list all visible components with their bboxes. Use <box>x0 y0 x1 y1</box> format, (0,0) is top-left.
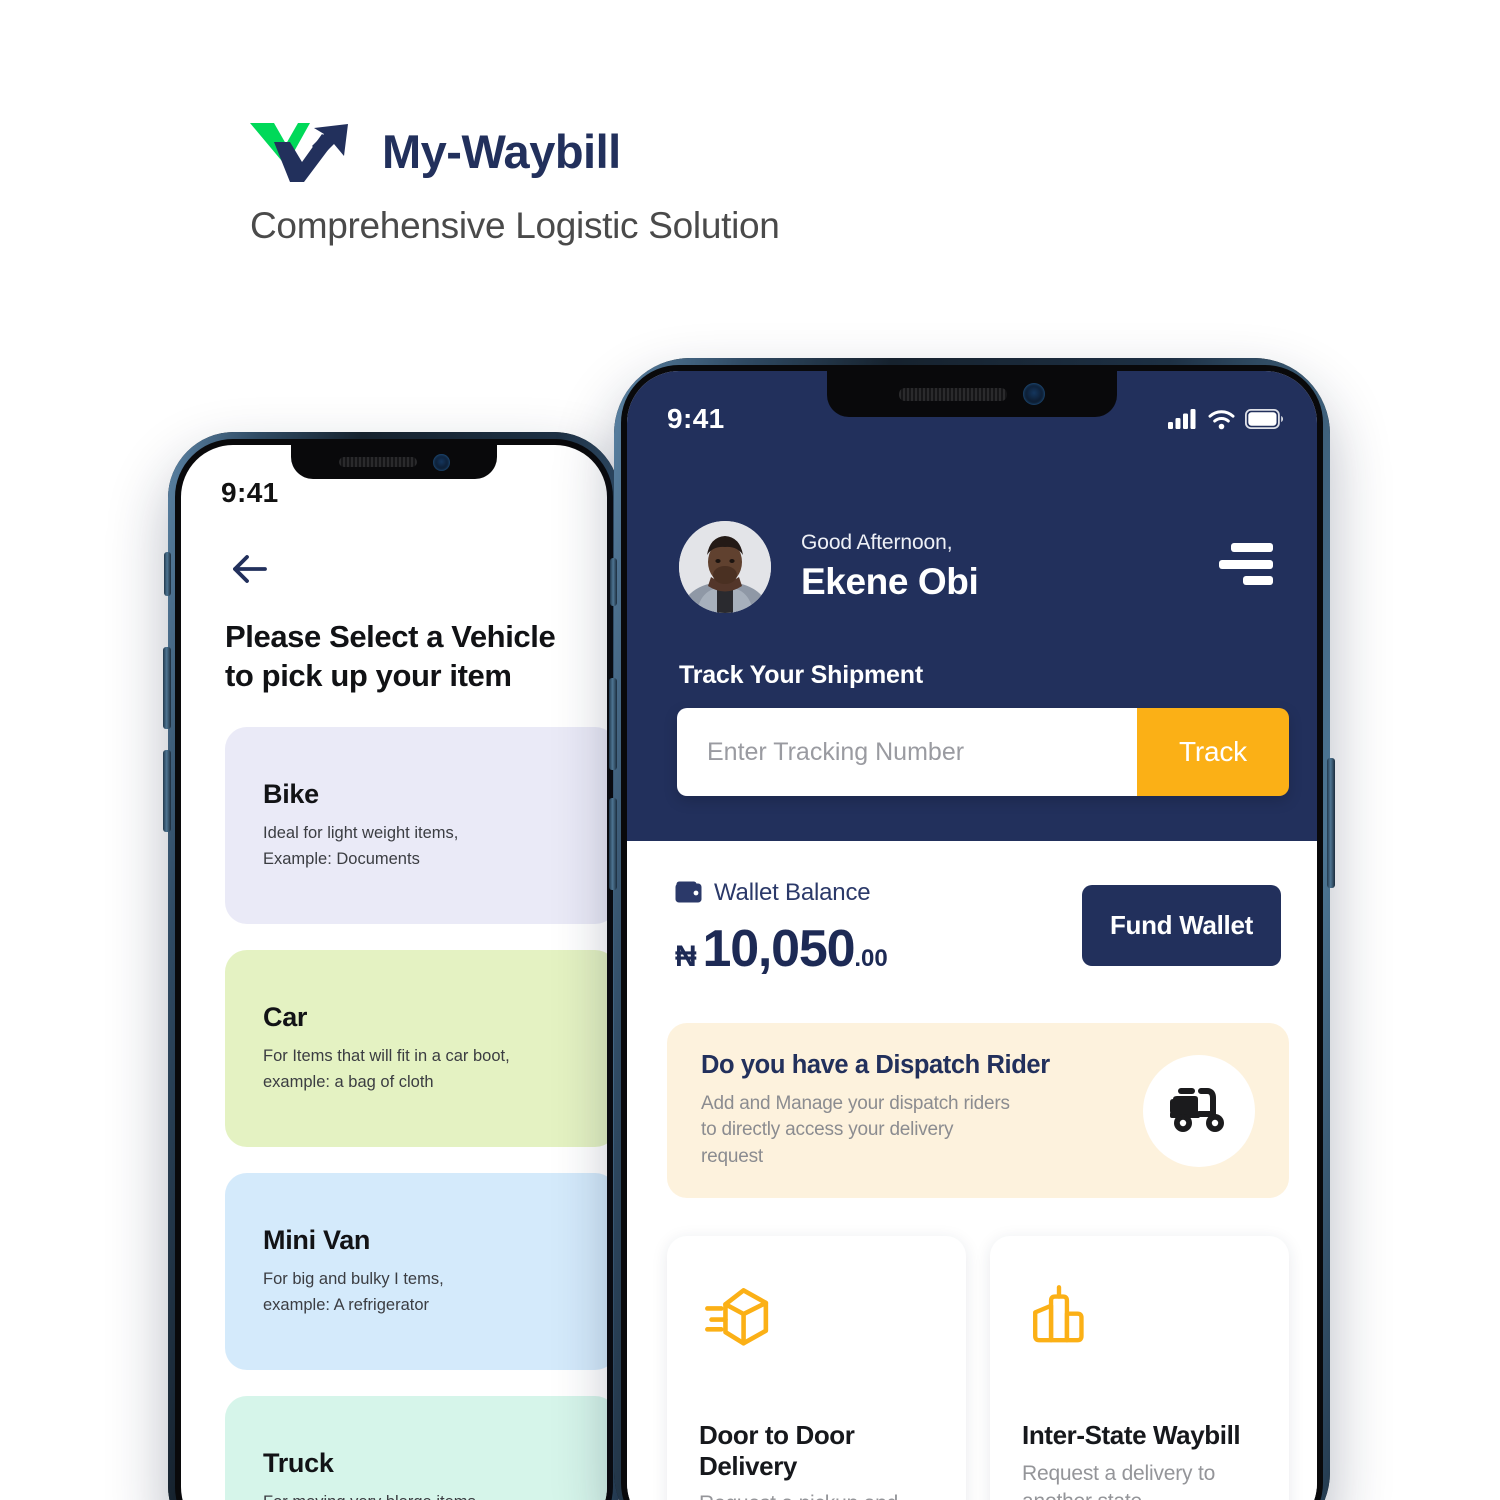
status-time: 9:41 <box>221 477 279 508</box>
hamburger-menu-icon[interactable] <box>1219 543 1273 585</box>
wallet-balance-label: Wallet Balance <box>714 879 871 906</box>
tracking-number-input[interactable] <box>677 708 1137 796</box>
volume-up-button[interactable] <box>609 678 617 770</box>
wifi-icon <box>1208 409 1235 429</box>
brand-name: My-Waybill <box>382 124 621 178</box>
wallet-balance-block: Wallet Balance ₦ 10,050 .00 <box>675 879 888 979</box>
vehicle-name: Bike <box>263 779 319 809</box>
front-camera <box>1023 383 1045 405</box>
back-arrow-icon[interactable] <box>225 545 273 593</box>
signal-bars-icon <box>1168 409 1196 429</box>
service-card-grid: Door to Door Delivery Request a pickup a… <box>667 1236 1289 1500</box>
vehicle-desc: For Items that will fit in a car boot, e… <box>263 1047 510 1091</box>
page-title: Please Select a Vehicle to pick up your … <box>225 619 556 694</box>
service-icon-wrap <box>699 1282 934 1374</box>
wallet-section: Wallet Balance ₦ 10,050 .00 Fund Wallet <box>675 879 1281 979</box>
track-shipment-label: Track Your Shipment <box>679 661 923 689</box>
service-desc: Request a pickup and delivery within the… <box>699 1490 934 1500</box>
dispatch-desc: Add and Manage your dispatch riders to d… <box>701 1092 1010 1167</box>
service-title: Inter-State Waybill <box>1022 1420 1241 1450</box>
earpiece-speaker <box>899 387 1007 401</box>
vehicle-card-car[interactable]: Car For Items that will fit in a car boo… <box>225 950 607 1148</box>
vehicle-name: Mini Van <box>263 1225 371 1256</box>
phone-mockup-vehicle-select: 9:41 Please Select a Vehicle to pick up … <box>163 432 625 1500</box>
notch <box>291 445 497 479</box>
wallet-icon <box>675 881 702 903</box>
moving-box-icon <box>705 1288 769 1346</box>
dispatch-text-block: Do you have a Dispatch Rider Add and Man… <box>701 1051 1050 1171</box>
wallet-amount: ₦ 10,050 .00 <box>675 919 888 979</box>
user-avatar <box>679 521 771 613</box>
vehicle-desc: For moving very blarge items, example: f… <box>263 1490 607 1500</box>
silent-switch[interactable] <box>164 552 171 596</box>
service-title: Door to Door Delivery <box>699 1420 855 1481</box>
earpiece-speaker <box>338 457 417 467</box>
user-greeting-block: Good Afternoon, Ekene Obi <box>679 521 979 613</box>
dispatch-title: Do you have a Dispatch Rider <box>701 1050 1050 1079</box>
volume-up-button[interactable] <box>163 647 171 729</box>
menu-bar-3 <box>1243 576 1273 585</box>
vehicle-desc: For big and bulky I tems, example: A ref… <box>263 1270 444 1314</box>
greeting-label: Good Afternoon, <box>801 531 953 554</box>
vehicle-desc: Ideal for light weight items, Example: D… <box>263 824 459 868</box>
scooter-icon <box>1170 1087 1224 1132</box>
greeting-text-block: Good Afternoon, Ekene Obi <box>801 531 979 603</box>
menu-bar-2 <box>1219 559 1273 569</box>
volume-down-button[interactable] <box>609 798 617 890</box>
dashboard-body: Wallet Balance ₦ 10,050 .00 Fund Wallet … <box>627 841 1317 1500</box>
vehicle-card-truck[interactable]: Truck For moving very blarge items, exam… <box>225 1396 607 1500</box>
service-card-door-to-door[interactable]: Door to Door Delivery Request a pickup a… <box>667 1236 966 1500</box>
waybill-chevron-arrow-logo <box>250 123 348 182</box>
city-buildings-icon <box>1033 1285 1084 1343</box>
silent-switch[interactable] <box>610 558 617 606</box>
status-icons <box>1168 408 1283 430</box>
phone-mockup-dashboard: 9:41 Good Afternoon, Ekene Obi Track You… <box>609 358 1335 1500</box>
volume-down-button[interactable] <box>163 750 171 832</box>
battery-icon <box>1245 409 1283 429</box>
brand-lockup: My-Waybill <box>248 120 621 182</box>
power-button[interactable] <box>1327 758 1335 888</box>
left-phone-screen: 9:41 Please Select a Vehicle to pick up … <box>181 445 607 1500</box>
dispatch-icon-circle <box>1143 1054 1255 1167</box>
service-card-inter-state[interactable]: Inter-State Waybill Request a delivery t… <box>990 1236 1289 1500</box>
vehicle-card-mini-van[interactable]: Mini Van For big and bulky I tems, examp… <box>225 1173 607 1371</box>
notch <box>827 371 1117 417</box>
menu-bar-1 <box>1231 543 1273 552</box>
dispatch-rider-card[interactable]: Do you have a Dispatch Rider Add and Man… <box>667 1023 1289 1198</box>
service-desc: Request a delivery to another state <box>1022 1461 1216 1500</box>
poster-canvas: My-Waybill Comprehensive Logistic Soluti… <box>0 0 1500 1500</box>
vehicle-card-bike[interactable]: Bike Ideal for light weight items, Examp… <box>225 727 607 925</box>
amount-decimals: .00 <box>854 945 888 972</box>
avatar[interactable] <box>679 521 771 613</box>
amount-value: 10,050 <box>702 920 855 978</box>
brand-tagline: Comprehensive Logistic Solution <box>250 205 780 246</box>
user-name: Ekene Obi <box>801 561 979 602</box>
currency-symbol: ₦ <box>675 940 697 973</box>
vehicle-list: Bike Ideal for light weight items, Examp… <box>225 727 607 1500</box>
front-camera <box>432 453 450 471</box>
service-icon-wrap <box>1022 1282 1257 1374</box>
vehicle-name: Truck <box>263 1448 334 1479</box>
fund-wallet-button[interactable]: Fund Wallet <box>1081 885 1281 966</box>
right-phone-screen: 9:41 Good Afternoon, Ekene Obi Track You… <box>627 371 1317 1500</box>
wallet-balance-label-row: Wallet Balance <box>675 879 888 907</box>
track-shipment-row: Track <box>677 708 1289 796</box>
vehicle-name: Car <box>263 1002 308 1033</box>
track-button[interactable]: Track <box>1137 708 1289 796</box>
status-time: 9:41 <box>667 403 725 434</box>
